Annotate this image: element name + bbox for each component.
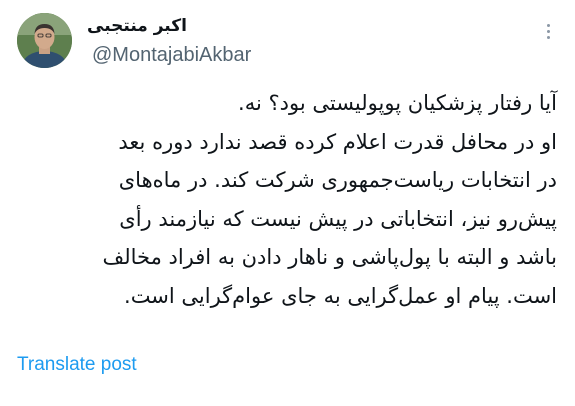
more-dot-icon: [546, 24, 550, 27]
tweet-text-line: در انتخابات ریاست‌جمهوری شرکت کند. در ما…: [118, 168, 557, 192]
translate-post-link[interactable]: Translate post: [17, 353, 137, 377]
display-name[interactable]: اکبر منتجبی: [87, 15, 227, 37]
tweet-text-line: است. پیام او عمل‌گرایی به جای عوام‌گرایی…: [124, 283, 557, 308]
tweet-text-line: او در محافل قدرت اعلام کرده قصد ندارد دو…: [118, 129, 557, 154]
profile-photo-icon: [17, 13, 72, 68]
avatar[interactable]: [17, 13, 72, 68]
tweet-text-line: آیا رفتار پزشکیان پوپولیستی بود؟ نه.: [238, 91, 557, 115]
tweet-text-line: باشد و البته با پول‌پاشی و ناهار دادن به…: [102, 245, 557, 269]
tweet-text: آیا رفتار پزشکیان پوپولیستی بود؟ نه. او …: [17, 84, 557, 315]
tweet-card: اکبر منتجبی @MontajabiAkbar آیا رفتار پز…: [0, 0, 575, 406]
display-name-text[interactable]: اکبر منتجبی: [87, 15, 187, 37]
more-options-button[interactable]: [540, 24, 556, 44]
more-dot-icon: [546, 36, 550, 39]
user-handle[interactable]: @MontajabiAkbar: [92, 43, 251, 67]
author-info: اکبر منتجبی @MontajabiAkbar: [87, 13, 487, 71]
more-dot-icon: [546, 30, 550, 33]
tweet-text-line: پیش‌رو نیز، انتخاباتی در پیش نیست که نیا…: [119, 206, 557, 231]
